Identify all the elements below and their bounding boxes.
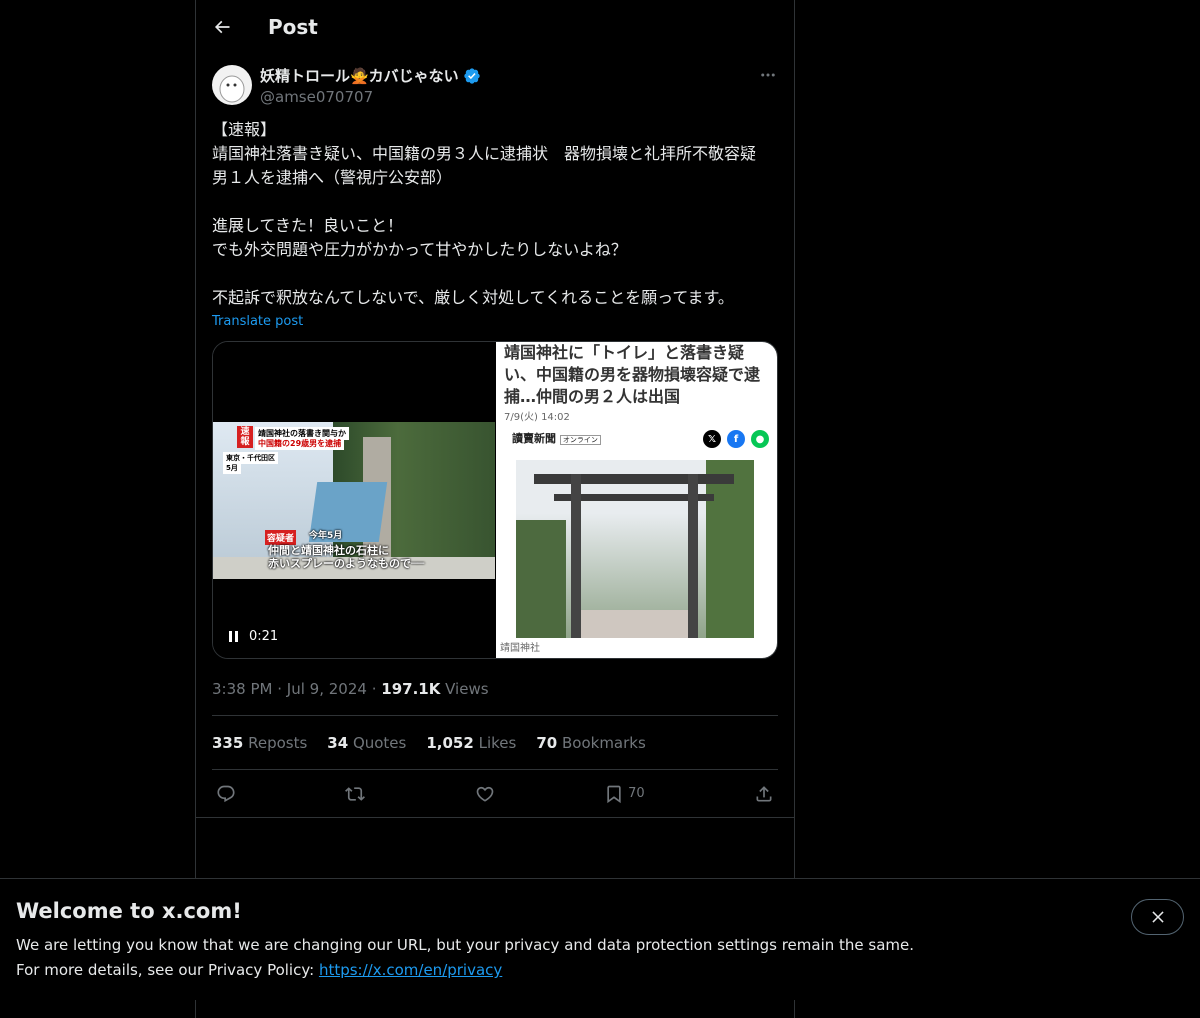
url-change-banner: Welcome to x.com! We are letting you kno… [0,878,1200,1000]
banner-text: We are letting you know that we are chan… [16,933,1184,983]
banner-line2-prefix: For more details, see our Privacy Policy… [16,961,319,979]
video-frame: 速報 靖国神社の落書き関与か 中国籍の29歳男を逮捕 東京・千代田区 5月 容疑… [213,422,495,579]
meta-separator: · [371,680,377,698]
banner-close-button[interactable] [1131,899,1184,935]
video-caption-top-line2: 中国籍の29歳男を逮捕 [255,437,345,450]
post-column: Post 妖精トロール🙅カバじゃない @amse070707 【速報】 靖国神社… [195,0,795,1018]
article-brand-sub: オンライン [559,435,601,445]
video-caption-badge: 速報 [237,426,253,448]
bookmarks-count: 70 [536,733,558,752]
name-line: 妖精トロール🙅カバじゃない [260,65,758,86]
quotes-stat[interactable]: 34 Quotes [327,734,406,752]
article-title: 靖国神社に「トイレ」と落書き疑い、中国籍の男を器物損壊容疑で逮捕…仲間の男２人は… [504,343,761,406]
bookmarks-stat[interactable]: 70 Bookmarks [536,734,645,752]
reply-button[interactable] [216,784,236,804]
banner-title: Welcome to x.com! [16,899,242,923]
video-caption-month: 今年5月 [309,531,343,541]
page-header: Post [196,0,794,53]
verified-badge-icon [464,67,480,84]
back-arrow-icon [214,20,230,33]
video-caption-bottom-line1: 仲間と靖国神社の石柱に [268,544,389,557]
repost-icon [345,786,366,801]
reply-icon [217,785,235,802]
reposts-count: 335 [212,733,244,752]
reposts-label: Reposts [248,733,308,752]
meta-separator: · [277,680,283,698]
engagement-stats: 335 Reposts 34 Quotes 1,052 Likes 70 Boo… [212,716,778,769]
close-icon [1151,911,1164,923]
article-brand: 讀賣新聞 オンライン [512,430,601,446]
video-controls: 0:21 [229,629,278,644]
post-text: 【速報】 靖国神社落書き疑い、中国籍の男３人に逮捕状 器物損壊と礼拝所不敬容疑 … [212,120,757,307]
article-photo [516,460,754,638]
video-player[interactable]: 速報 靖国神社の落書き関与か 中国籍の29歳男を逮捕 東京・千代田区 5月 容疑… [213,342,495,658]
x-logo-icon: 𝕏 [703,430,721,448]
share-icon [756,785,772,801]
bookmark-count: 70 [628,786,645,801]
like-icon [476,786,494,802]
post-time[interactable]: 3:38 PM [212,680,272,698]
post-meta: 3:38 PM · Jul 9, 2024 · 197.1K Views [212,673,778,705]
video-caption-suspect: 容疑者 [265,530,297,545]
media-grid: 速報 靖国神社の落書き関与か 中国籍の29歳男を逮捕 東京・千代田区 5月 容疑… [212,341,778,659]
torii-top [534,474,734,484]
like-button[interactable] [475,784,495,804]
article-date: 7/9(火) 14:02 [504,412,570,423]
pause-icon[interactable] [229,630,239,643]
likes-label: Likes [478,733,517,752]
author-info: 妖精トロール🙅カバじゃない @amse070707 [260,65,758,106]
bookmark-button[interactable]: 70 [604,784,645,804]
banner-line2: For more details, see our Privacy Policy… [16,958,1184,983]
torii-left-pillar [571,474,581,638]
bookmarks-label: Bookmarks [561,733,646,752]
article-photo-caption: 靖国神社 [500,643,540,654]
handle[interactable]: @amse070707 [260,88,758,106]
more-button[interactable] [758,65,778,85]
article-brand-name: 讀賣新聞 [512,432,556,445]
photo-trees-left [516,520,566,638]
privacy-policy-link[interactable]: https://x.com/en/privacy [319,961,502,979]
display-name[interactable]: 妖精トロール🙅カバじゃない [260,65,459,86]
likes-count: 1,052 [426,733,474,752]
bookmark-icon [607,785,621,803]
views-count: 197.1K [381,680,441,698]
photo-trees-right [706,460,754,638]
repost-button[interactable] [345,784,366,804]
torii-right-pillar [688,474,698,638]
avatar[interactable] [212,65,252,105]
page-title: Post [268,14,318,39]
post-date[interactable]: Jul 9, 2024 [287,680,367,698]
action-bar: 70 [196,770,794,818]
post: 妖精トロール🙅カバじゃない @amse070707 【速報】 靖国神社落書き疑い… [196,53,794,818]
author-row: 妖精トロール🙅カバじゃない @amse070707 [212,65,778,106]
reposts-stat[interactable]: 335 Reposts [212,734,307,752]
article-image[interactable]: 靖国神社に「トイレ」と落書き疑い、中国籍の男を器物損壊容疑で逮捕…仲間の男２人は… [496,342,777,658]
line-icon: ● [751,430,769,448]
quotes-label: Quotes [352,733,407,752]
views-label: Views [445,680,489,698]
article-share-icons: 𝕏 f ● [703,430,769,448]
video-caption-month-small: 5月 [223,462,241,474]
translate-post-link[interactable]: Translate post [212,314,303,329]
likes-stat[interactable]: 1,052 Likes [426,734,516,752]
video-time: 0:21 [249,629,279,644]
facebook-icon: f [727,430,745,448]
photo-path [576,610,696,638]
banner-line1: We are letting you know that we are chan… [16,936,915,954]
video-caption-bottom-line2: 赤いスプレーのようなもので── [268,557,425,570]
share-button[interactable] [754,784,774,804]
quotes-count: 34 [327,733,349,752]
more-icon [761,73,775,77]
back-button[interactable] [212,17,232,37]
